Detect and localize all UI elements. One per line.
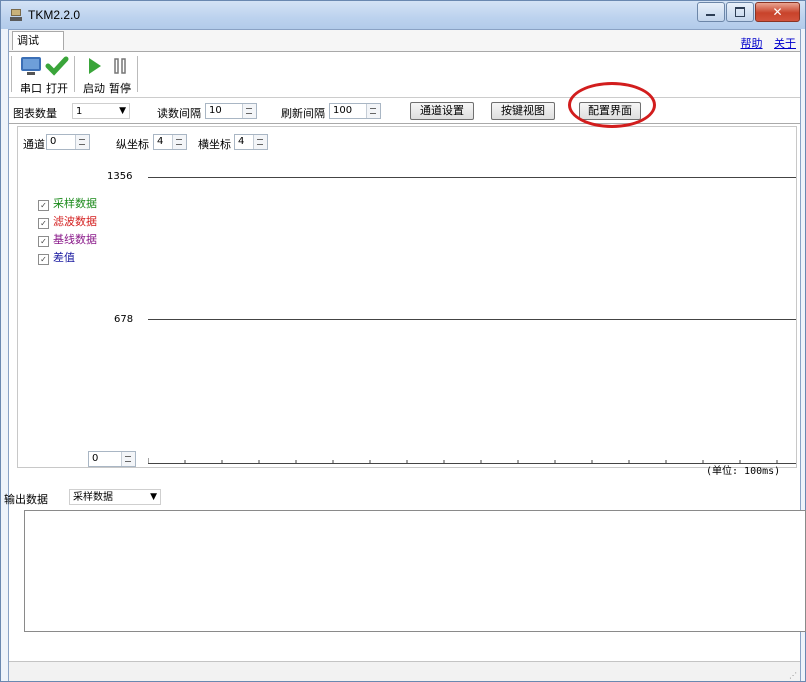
minimize-icon [706, 14, 715, 16]
pause-button[interactable]: 暂停 [106, 55, 134, 96]
y-tick-label: 1356 [107, 171, 133, 182]
channel-value: 0 [50, 136, 57, 147]
key-view-button[interactable]: 按键视图 [491, 102, 555, 120]
toolbar-separator [74, 56, 75, 92]
series-checkbox[interactable]: ✓ 差值 [38, 249, 75, 265]
series-label: 滤波数据 [53, 215, 97, 228]
minimize-button[interactable] [697, 2, 725, 22]
channel-label: 通道 [23, 138, 45, 151]
chart-panel: 通道 0 纵坐标 4 横坐标 4 ✓ 采样数据 ✓ 滤波数据 ✓ 基线数据 ✓ 差值 1… [17, 126, 797, 477]
spinner-arrows-icon[interactable] [366, 104, 380, 118]
settings-row: 图表数量 1 ▼ 读数间隔 10 刷新间隔 100 通道设置 按键视图 配置界面 [9, 99, 800, 124]
tab-strip: 调试 帮助 关于 [9, 30, 800, 52]
channel-settings-button[interactable]: 通道设置 [410, 102, 474, 120]
refresh-interval-label: 刷新间隔 [281, 107, 325, 120]
output-select-value: 采样数据 [73, 492, 113, 503]
highlight-circle [568, 82, 656, 128]
x-axis-label: 横坐标 [198, 138, 231, 151]
series-label: 差值 [53, 251, 75, 264]
title-bar[interactable]: TKM2.2.0 ✕ [1, 1, 805, 29]
spinner-arrows-icon[interactable] [172, 135, 186, 149]
y-tick-label: 678 [114, 314, 134, 325]
channel-spinner[interactable]: 0 [46, 134, 90, 150]
window-title: TKM2.2.0 [28, 8, 81, 22]
checkbox-icon: ✓ [38, 218, 49, 229]
y-min-value: 0 [92, 453, 99, 464]
chart-count-select[interactable]: 1 ▼ [72, 103, 130, 119]
play-icon [89, 58, 101, 74]
spinner-arrows-icon[interactable] [242, 104, 256, 118]
app-icon [10, 9, 22, 21]
series-label: 基线数据 [53, 233, 97, 246]
serial-label: 串口 [20, 82, 42, 95]
checkbox-icon: ✓ [38, 200, 49, 211]
toolbar-separator [137, 56, 138, 92]
refresh-interval-value: 100 [333, 105, 353, 116]
pause-icon [114, 58, 126, 74]
grid-line [148, 319, 796, 320]
app-window: TKM2.2.0 ✕ 调试 帮助 关于 串口 打开 启动 暂停 图表数量 1 ▼… [0, 0, 806, 682]
chevron-down-icon: ▼ [119, 106, 126, 116]
y-axis-spinner[interactable]: 4 [153, 134, 187, 150]
open-button[interactable]: 打开 [43, 55, 71, 96]
chevron-down-icon: ▼ [150, 492, 157, 502]
spinner-arrows-icon[interactable] [253, 135, 267, 149]
x-axis-unit: (单位: 100ms) [706, 466, 781, 477]
open-label: 打开 [46, 82, 68, 95]
chart-count-label: 图表数量 [13, 107, 57, 120]
close-button[interactable]: ✕ [755, 2, 800, 22]
x-axis-ticks [148, 458, 778, 463]
maximize-icon [735, 7, 745, 17]
spinner-arrows-icon[interactable] [121, 452, 135, 466]
status-bar: ⋰ [9, 661, 800, 681]
toolbar: 串口 打开 启动 暂停 [9, 52, 800, 98]
read-interval-spinner[interactable]: 10 [205, 103, 257, 119]
pause-label: 暂停 [109, 82, 131, 95]
checkbox-icon: ✓ [38, 254, 49, 265]
tab-debug[interactable]: 调试 [12, 31, 64, 50]
read-interval-value: 10 [209, 105, 222, 116]
checkbox-icon: ✓ [38, 236, 49, 247]
grid-line [148, 177, 796, 178]
about-link[interactable]: 关于 [774, 37, 796, 50]
x-axis-spinner[interactable]: 4 [234, 134, 268, 150]
series-checkbox[interactable]: ✓ 采样数据 [38, 195, 97, 211]
output-label: 输出数据 [4, 493, 48, 506]
help-link[interactable]: 帮助 [741, 37, 763, 50]
start-label: 启动 [83, 82, 105, 95]
output-select[interactable]: 采样数据 ▼ [69, 489, 161, 505]
check-icon [45, 56, 69, 76]
series-checkbox[interactable]: ✓ 滤波数据 [38, 213, 97, 229]
toolbar-separator [11, 56, 12, 92]
monitor-icon [21, 57, 41, 75]
y-min-spinner[interactable]: 0 [88, 451, 136, 467]
x-axis-value: 4 [238, 136, 245, 147]
refresh-interval-spinner[interactable]: 100 [329, 103, 381, 119]
close-icon: ✕ [772, 5, 783, 19]
serial-button[interactable]: 串口 [17, 55, 45, 96]
output-row: 输出数据 采样数据 ▼ [4, 485, 800, 509]
y-axis-label: 纵坐标 [116, 138, 149, 151]
top-links: 帮助 关于 [733, 35, 797, 51]
maximize-button[interactable] [726, 2, 754, 22]
chart-count-value: 1 [76, 106, 83, 117]
resize-grip-icon[interactable]: ⋰ [789, 671, 797, 680]
y-axis-value: 4 [157, 136, 164, 147]
spinner-arrows-icon[interactable] [75, 135, 89, 149]
start-button[interactable]: 启动 [80, 55, 108, 96]
output-textbox[interactable] [24, 510, 806, 632]
series-label: 采样数据 [53, 197, 97, 210]
read-interval-label: 读数间隔 [157, 107, 201, 120]
series-checkbox[interactable]: ✓ 基线数据 [38, 231, 97, 247]
client-area: 调试 帮助 关于 串口 打开 启动 暂停 图表数量 1 ▼ 读数间隔 10 刷新… [4, 29, 806, 681]
